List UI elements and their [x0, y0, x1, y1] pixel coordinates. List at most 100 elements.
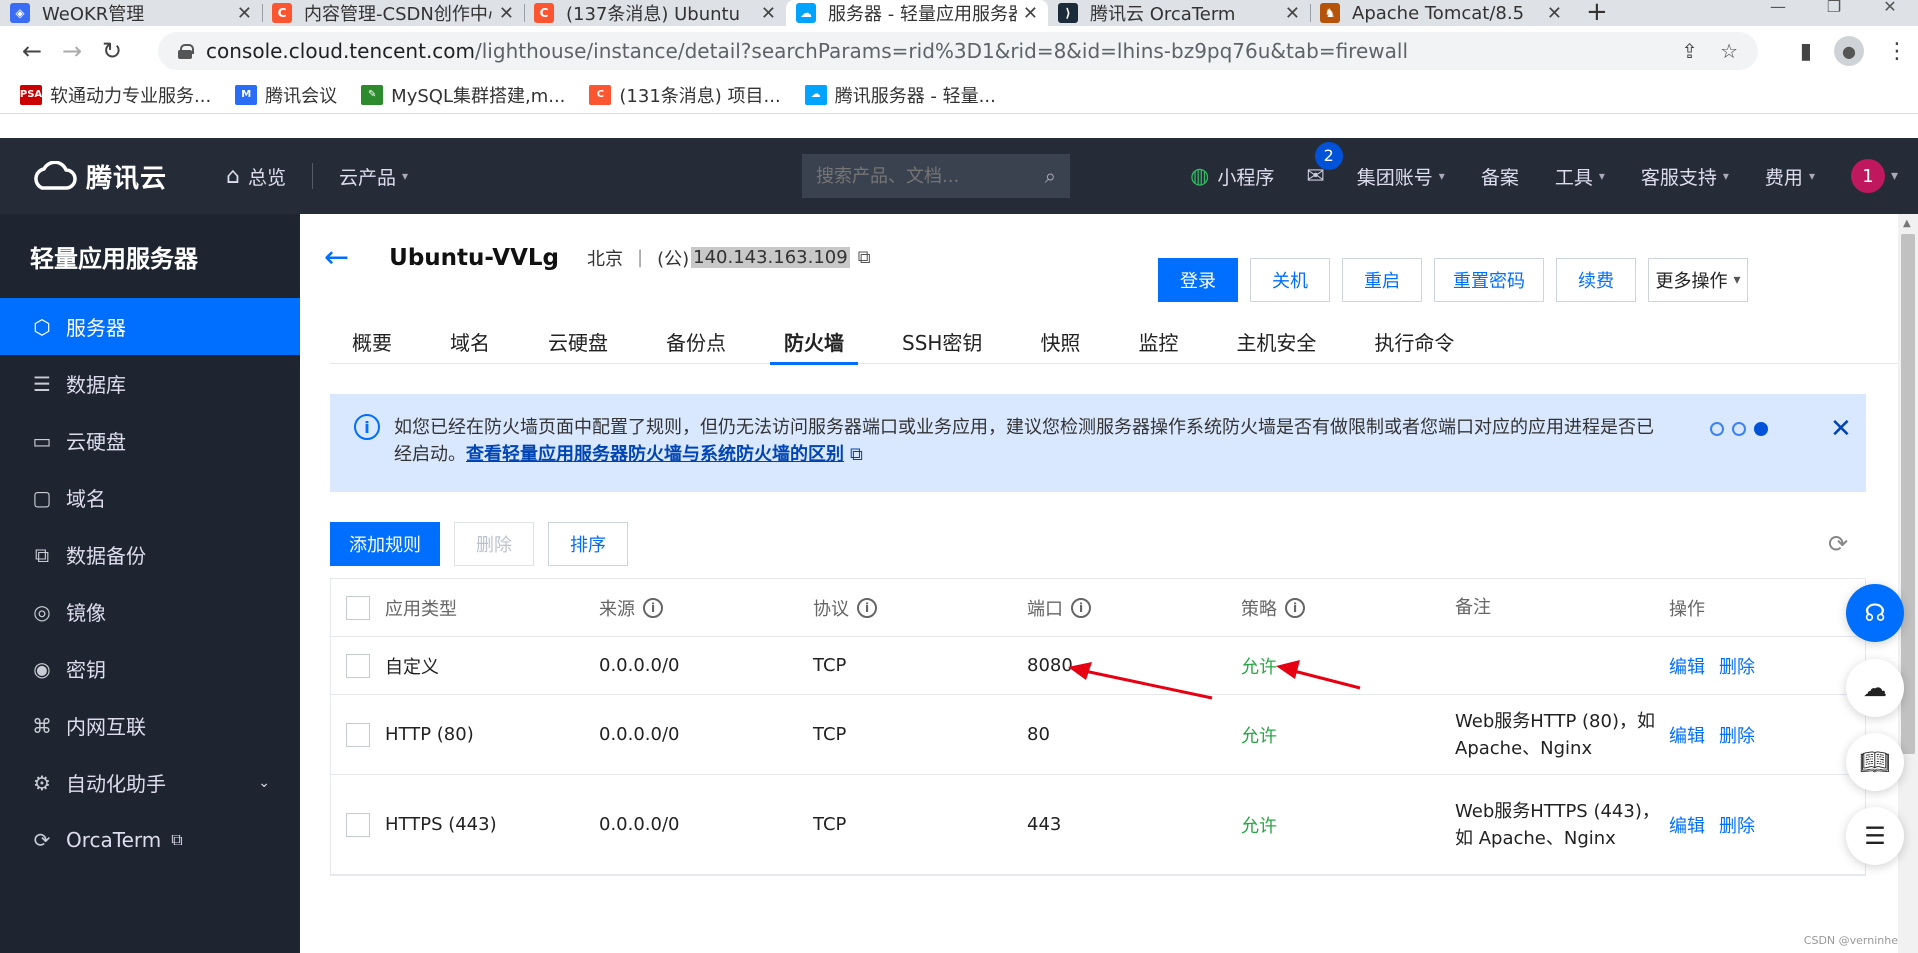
info-circle-icon[interactable]: i [1071, 597, 1091, 618]
bookmark-star-icon[interactable]: ☆ [1720, 39, 1738, 63]
cloud-feedback-icon[interactable]: ☁ [1846, 659, 1904, 717]
refresh-icon[interactable]: ⟳ [1828, 530, 1848, 558]
tencent-cloud-logo[interactable]: 腾讯云 [30, 158, 200, 195]
close-icon[interactable]: ✕ [1023, 3, 1038, 24]
tab-item[interactable]: 执行命令 [1352, 318, 1476, 364]
nav-billing[interactable]: 费用 ▾ [1747, 163, 1833, 190]
address-bar[interactable]: console.cloud.tencent.com/lighthouse/ins… [158, 32, 1758, 70]
bookmark-item[interactable]: ✎ MySQL集群搭建,m... [361, 82, 565, 108]
tab-item[interactable]: 域名 [428, 318, 512, 364]
nav-overview[interactable]: ⌂ 总览 [200, 163, 312, 190]
nav-messages[interactable]: ✉ 2 [1292, 141, 1343, 189]
lock-icon[interactable] [178, 44, 194, 59]
renew-button[interactable]: 续费 [1556, 258, 1636, 302]
carousel-dot-active[interactable] [1754, 422, 1768, 436]
nav-products[interactable]: 云产品 ▾ [313, 163, 434, 190]
nav-support[interactable]: 客服支持 ▾ [1623, 163, 1747, 190]
info-circle-icon[interactable]: i [1285, 597, 1305, 618]
share-icon[interactable]: ⇪ [1681, 39, 1698, 63]
add-rule-button[interactable]: 添加规则 [330, 522, 440, 566]
browser-tab[interactable]: ☁ 服务器 - 轻量应用服务器 ✕ [786, 0, 1048, 26]
scroll-up-icon[interactable]: ▲ [1903, 218, 1911, 229]
delete-link[interactable]: 删除 [1719, 653, 1755, 679]
bookmark-item[interactable]: ☁ 腾讯服务器 - 轻量... [804, 82, 996, 108]
sidebar-item[interactable]: ☰ 数据库 [0, 355, 300, 412]
row-checkbox[interactable] [346, 722, 370, 747]
close-icon[interactable]: ✕ [761, 3, 776, 24]
maximize-icon[interactable]: ❐ [1806, 0, 1862, 15]
shutdown-button[interactable]: 关机 [1250, 258, 1330, 302]
carousel-dot[interactable] [1710, 422, 1724, 436]
forward-icon[interactable]: → [52, 37, 92, 65]
reset-password-button[interactable]: 重置密码 [1434, 258, 1544, 302]
more-actions-button[interactable]: 更多操作 ▾ [1648, 258, 1748, 302]
sidebar-item[interactable]: ◉ 密钥 [0, 640, 300, 697]
external-link-icon[interactable]: ⧉ [850, 444, 863, 465]
tab-item[interactable]: SSH密钥 [880, 318, 1004, 364]
docs-book-icon[interactable]: 📖︎ [1846, 733, 1904, 791]
back-icon[interactable]: ← [12, 37, 52, 65]
row-checkbox[interactable] [346, 812, 370, 837]
login-button[interactable]: 登录 [1158, 258, 1238, 302]
edit-link[interactable]: 编辑 [1669, 812, 1705, 838]
sidebar-item[interactable]: ⬡ 服务器 [0, 298, 300, 355]
window-close-icon[interactable]: ✕ [1862, 0, 1918, 15]
minimize-icon[interactable]: — [1750, 0, 1806, 15]
browser-tab[interactable]: ⟩ 腾讯云 OrcaTerm ✕ [1048, 0, 1310, 26]
bookmark-item[interactable]: C (131条消息) 项目... [589, 82, 781, 108]
nav-account[interactable]: 集团账号 ▾ [1339, 163, 1463, 190]
search-icon[interactable]: ⌕ [1045, 164, 1056, 188]
new-tab-icon[interactable]: + [1572, 0, 1622, 26]
info-circle-icon[interactable]: i [857, 597, 877, 618]
chevron-down-icon[interactable]: ▾ [1891, 168, 1898, 184]
public-ip[interactable]: 140.143.163.109 [691, 247, 850, 268]
bookmark-item[interactable]: M 腾讯会议 [235, 82, 337, 108]
close-icon[interactable]: ✕ [1547, 3, 1562, 24]
sidebar-item[interactable]: ⧉ 数据备份 [0, 526, 300, 583]
tab-item[interactable]: 主机安全 [1214, 318, 1338, 364]
scrollbar-thumb[interactable] [1901, 234, 1915, 754]
nav-beian[interactable]: 备案 [1463, 163, 1537, 190]
sidebar-item[interactable]: ▭ 云硬盘 [0, 412, 300, 469]
sidebar-item[interactable]: ◎ 镜像 [0, 583, 300, 640]
close-icon[interactable]: ✕ [499, 3, 514, 24]
tab-item[interactable]: 云硬盘 [526, 318, 630, 364]
browser-tab[interactable]: C (137条消息) Ubuntu ✕ [524, 0, 786, 26]
back-arrow-icon[interactable]: ← [324, 240, 349, 275]
select-all-checkbox[interactable] [346, 595, 370, 620]
edit-link[interactable]: 编辑 [1669, 722, 1705, 748]
sort-rules-button[interactable]: 排序 [548, 522, 628, 566]
url-text[interactable]: console.cloud.tencent.com/lighthouse/ins… [206, 39, 1681, 63]
tab-item[interactable]: 概要 [330, 318, 414, 364]
search-input[interactable] [816, 165, 1016, 187]
console-search[interactable]: ⌕ [802, 154, 1070, 198]
close-icon[interactable]: ✕ [1285, 3, 1300, 24]
reload-icon[interactable]: ↻ [92, 37, 132, 65]
carousel-dot[interactable] [1732, 422, 1746, 436]
nav-tools[interactable]: 工具 ▾ [1537, 163, 1623, 190]
browser-tab[interactable]: C 内容管理-CSDN创作中心 ✕ [262, 0, 524, 26]
copy-icon[interactable]: ⧉ [858, 247, 871, 268]
tab-item[interactable]: 备份点 [644, 318, 748, 364]
close-icon[interactable]: ✕ [1830, 414, 1852, 444]
tab-item[interactable]: 防火墙 [762, 318, 866, 365]
sidebar-item[interactable]: ▢ 域名 [0, 469, 300, 526]
browser-tab[interactable]: ◈ WeOKR管理 ✕ [0, 0, 262, 26]
bookmark-item[interactable]: PSA 软通动力专业服务... [20, 82, 211, 108]
list-menu-icon[interactable]: ☰ [1846, 807, 1904, 865]
nav-miniprogram[interactable]: ◍ 小程序 [1172, 163, 1292, 190]
user-avatar[interactable]: 1 [1850, 159, 1885, 193]
close-icon[interactable]: ✕ [237, 3, 252, 24]
profile-avatar[interactable]: ● [1834, 36, 1864, 66]
delete-rules-button[interactable]: 删除 [454, 522, 534, 566]
firewall-difference-link[interactable]: 查看轻量应用服务器防火墙与系统防火墙的区别 [466, 444, 844, 465]
info-circle-icon[interactable]: i [643, 597, 663, 618]
tab-item[interactable]: 快照 [1018, 318, 1102, 364]
browser-tab[interactable]: ♞ Apache Tomcat/8.5 ✕ [1310, 0, 1572, 26]
tab-item[interactable]: 监控 [1116, 318, 1200, 364]
browser-menu-icon[interactable]: ⋮ [1886, 39, 1908, 64]
edit-link[interactable]: 编辑 [1669, 653, 1705, 679]
sidebar-item[interactable]: ⟳ OrcaTerm ⧉ [0, 811, 300, 868]
restart-button[interactable]: 重启 [1342, 258, 1422, 302]
delete-link[interactable]: 删除 [1719, 722, 1755, 748]
